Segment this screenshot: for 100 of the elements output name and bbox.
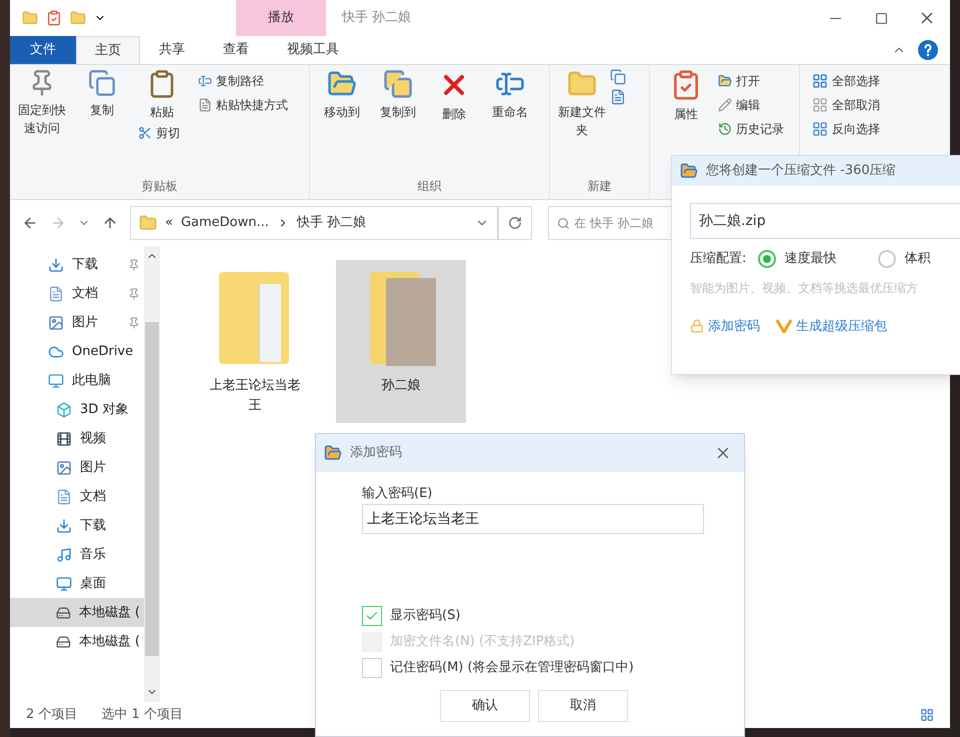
compression-option[interactable]: 体积	[878, 249, 930, 268]
view-icon[interactable]	[920, 708, 934, 722]
refresh-button[interactable]	[498, 206, 532, 240]
rename-button[interactable]: 重命名	[482, 65, 538, 177]
ribbon-tab[interactable]: 共享	[140, 36, 204, 64]
folder-icon	[718, 74, 732, 88]
download-icon	[56, 518, 72, 534]
new-item-icon[interactable]	[610, 69, 626, 85]
nav-item[interactable]: 文档	[10, 482, 144, 511]
edit-button[interactable]: 编辑	[714, 93, 788, 117]
document-icon	[48, 286, 64, 302]
dialog-button[interactable]: 确认	[440, 690, 530, 722]
nav-label: 文档	[72, 284, 99, 303]
nav-item[interactable]: 文档	[10, 279, 144, 308]
ribbon-tab[interactable]: 查看	[204, 36, 268, 64]
cut-button[interactable]: 剪切	[134, 121, 184, 145]
checkbox-option[interactable]: 记住密码(M) (将会显示在管理密码窗口中)	[362, 658, 704, 678]
nav-item[interactable]: 视频	[10, 424, 144, 453]
nav-item[interactable]: 音乐	[10, 540, 144, 569]
pencil-icon	[718, 98, 732, 112]
delete-button[interactable]: 删除	[426, 65, 482, 177]
copy-button[interactable]: 复制	[74, 65, 130, 177]
nav-item[interactable]: 本地磁盘 (	[10, 598, 144, 627]
group-label: 组织	[416, 178, 442, 195]
new-folder-button[interactable]: 新建文件夹	[554, 65, 610, 177]
pin-button[interactable]: 固定到快速访问	[14, 65, 70, 177]
open-button[interactable]: 打开	[714, 69, 788, 93]
nav-label: OneDrive	[72, 342, 134, 361]
scrollbar[interactable]	[144, 246, 160, 702]
monitor-icon	[48, 372, 64, 388]
file-item[interactable]: 孙二娘	[336, 260, 466, 423]
window-title: 快手 孙二娘	[342, 9, 412, 28]
nav-item[interactable]: 此电脑	[10, 366, 144, 395]
paste-button[interactable]: 粘贴	[134, 65, 190, 121]
status-text: 选中 1 个项目	[101, 706, 183, 724]
nav-item[interactable]: OneDrive	[10, 337, 144, 366]
super-pack-link[interactable]: 生成超级压缩包	[776, 316, 887, 336]
invert-selection-button[interactable]: 反向选择	[808, 117, 884, 141]
checkbox-option[interactable]: 显示密码(S)	[362, 606, 704, 626]
drive-icon	[56, 634, 71, 650]
copy-path-button[interactable]: 复制路径	[194, 69, 292, 93]
refresh-icon	[508, 216, 522, 230]
context-tab-header: 播放	[236, 0, 326, 36]
add-password-link[interactable]: 添加密码	[690, 316, 760, 336]
dialog-button[interactable]: 取消	[538, 690, 628, 722]
nav-item[interactable]: 下载	[10, 250, 144, 279]
copy-to-button[interactable]: 复制到	[370, 65, 426, 177]
film-icon	[56, 430, 72, 446]
nav-item[interactable]: 桌面	[10, 569, 144, 598]
back-icon[interactable]	[22, 215, 38, 231]
nav-label: 音乐	[80, 546, 107, 564]
nav-label: 图片	[80, 458, 107, 477]
grid-icon	[812, 97, 828, 113]
scrollbar-thumb[interactable]	[145, 322, 159, 656]
select-all-button[interactable]: 全部选择	[808, 69, 884, 93]
document-icon	[198, 98, 212, 112]
file-item[interactable]: 上老王论坛当老王	[190, 260, 320, 423]
nav-label: 本地磁盘 (	[78, 604, 140, 622]
properties-icon[interactable]	[46, 10, 62, 26]
grid-icon	[812, 73, 828, 89]
paste-shortcut-button[interactable]: 粘贴快捷方式	[194, 93, 292, 117]
move-to-button[interactable]: 移动到	[314, 65, 370, 177]
nav-label: 视频	[80, 430, 107, 448]
nav-label: 此电脑	[72, 372, 112, 390]
breadcrumb-overflow: «	[165, 214, 173, 232]
image-icon	[48, 314, 64, 330]
nav-label: 本地磁盘 (	[78, 632, 140, 651]
nav-item[interactable]: 本地磁盘 (	[10, 627, 144, 656]
field-label: 输入密码(E)	[362, 486, 432, 501]
nav-label: 桌面	[80, 574, 107, 593]
select-none-button[interactable]: 全部取消	[808, 93, 884, 117]
status-text: 2 个项目	[26, 706, 78, 724]
ribbon-tab[interactable]: 视频工具	[268, 36, 358, 64]
compression-option[interactable]: 速度最快	[758, 249, 836, 268]
password-field[interactable]: 上老王论坛当老王	[362, 504, 704, 534]
image-icon	[56, 460, 72, 476]
nav-item[interactable]: 图片	[10, 308, 144, 337]
nav-item[interactable]: 下载	[10, 511, 144, 540]
address-bar[interactable]: « GameDown... 快手 孙二娘	[130, 206, 498, 240]
help-icon[interactable]	[918, 40, 938, 60]
file-name: 上老王论坛当老王	[208, 377, 302, 414]
up-icon[interactable]	[102, 215, 118, 231]
history-button[interactable]: 历史记录	[714, 117, 788, 141]
archive-app-icon	[324, 444, 342, 462]
music-note-icon	[56, 546, 72, 562]
document-icon	[56, 488, 72, 504]
pin-icon	[128, 258, 140, 270]
ribbon-tab[interactable]: 文件	[10, 36, 76, 64]
scissors-icon	[138, 126, 152, 140]
breadcrumb-item[interactable]: GameDown...	[180, 213, 269, 233]
file-name: 孙二娘	[380, 377, 422, 395]
ribbon-tab[interactable]: 主页	[76, 36, 140, 64]
filename-field[interactable]: 孙二娘.zip	[690, 203, 960, 239]
breadcrumb-item[interactable]: 快手 孙二娘	[296, 213, 366, 233]
drive-icon	[56, 604, 71, 620]
cube-icon	[56, 402, 72, 418]
nav-label: 3D 对象	[80, 400, 130, 419]
nav-item[interactable]: 3D 对象	[10, 395, 144, 424]
hint-text: 智能为图片、视频、文档等挑选最优压缩方	[690, 280, 919, 296]
nav-item[interactable]: 图片	[10, 453, 144, 482]
